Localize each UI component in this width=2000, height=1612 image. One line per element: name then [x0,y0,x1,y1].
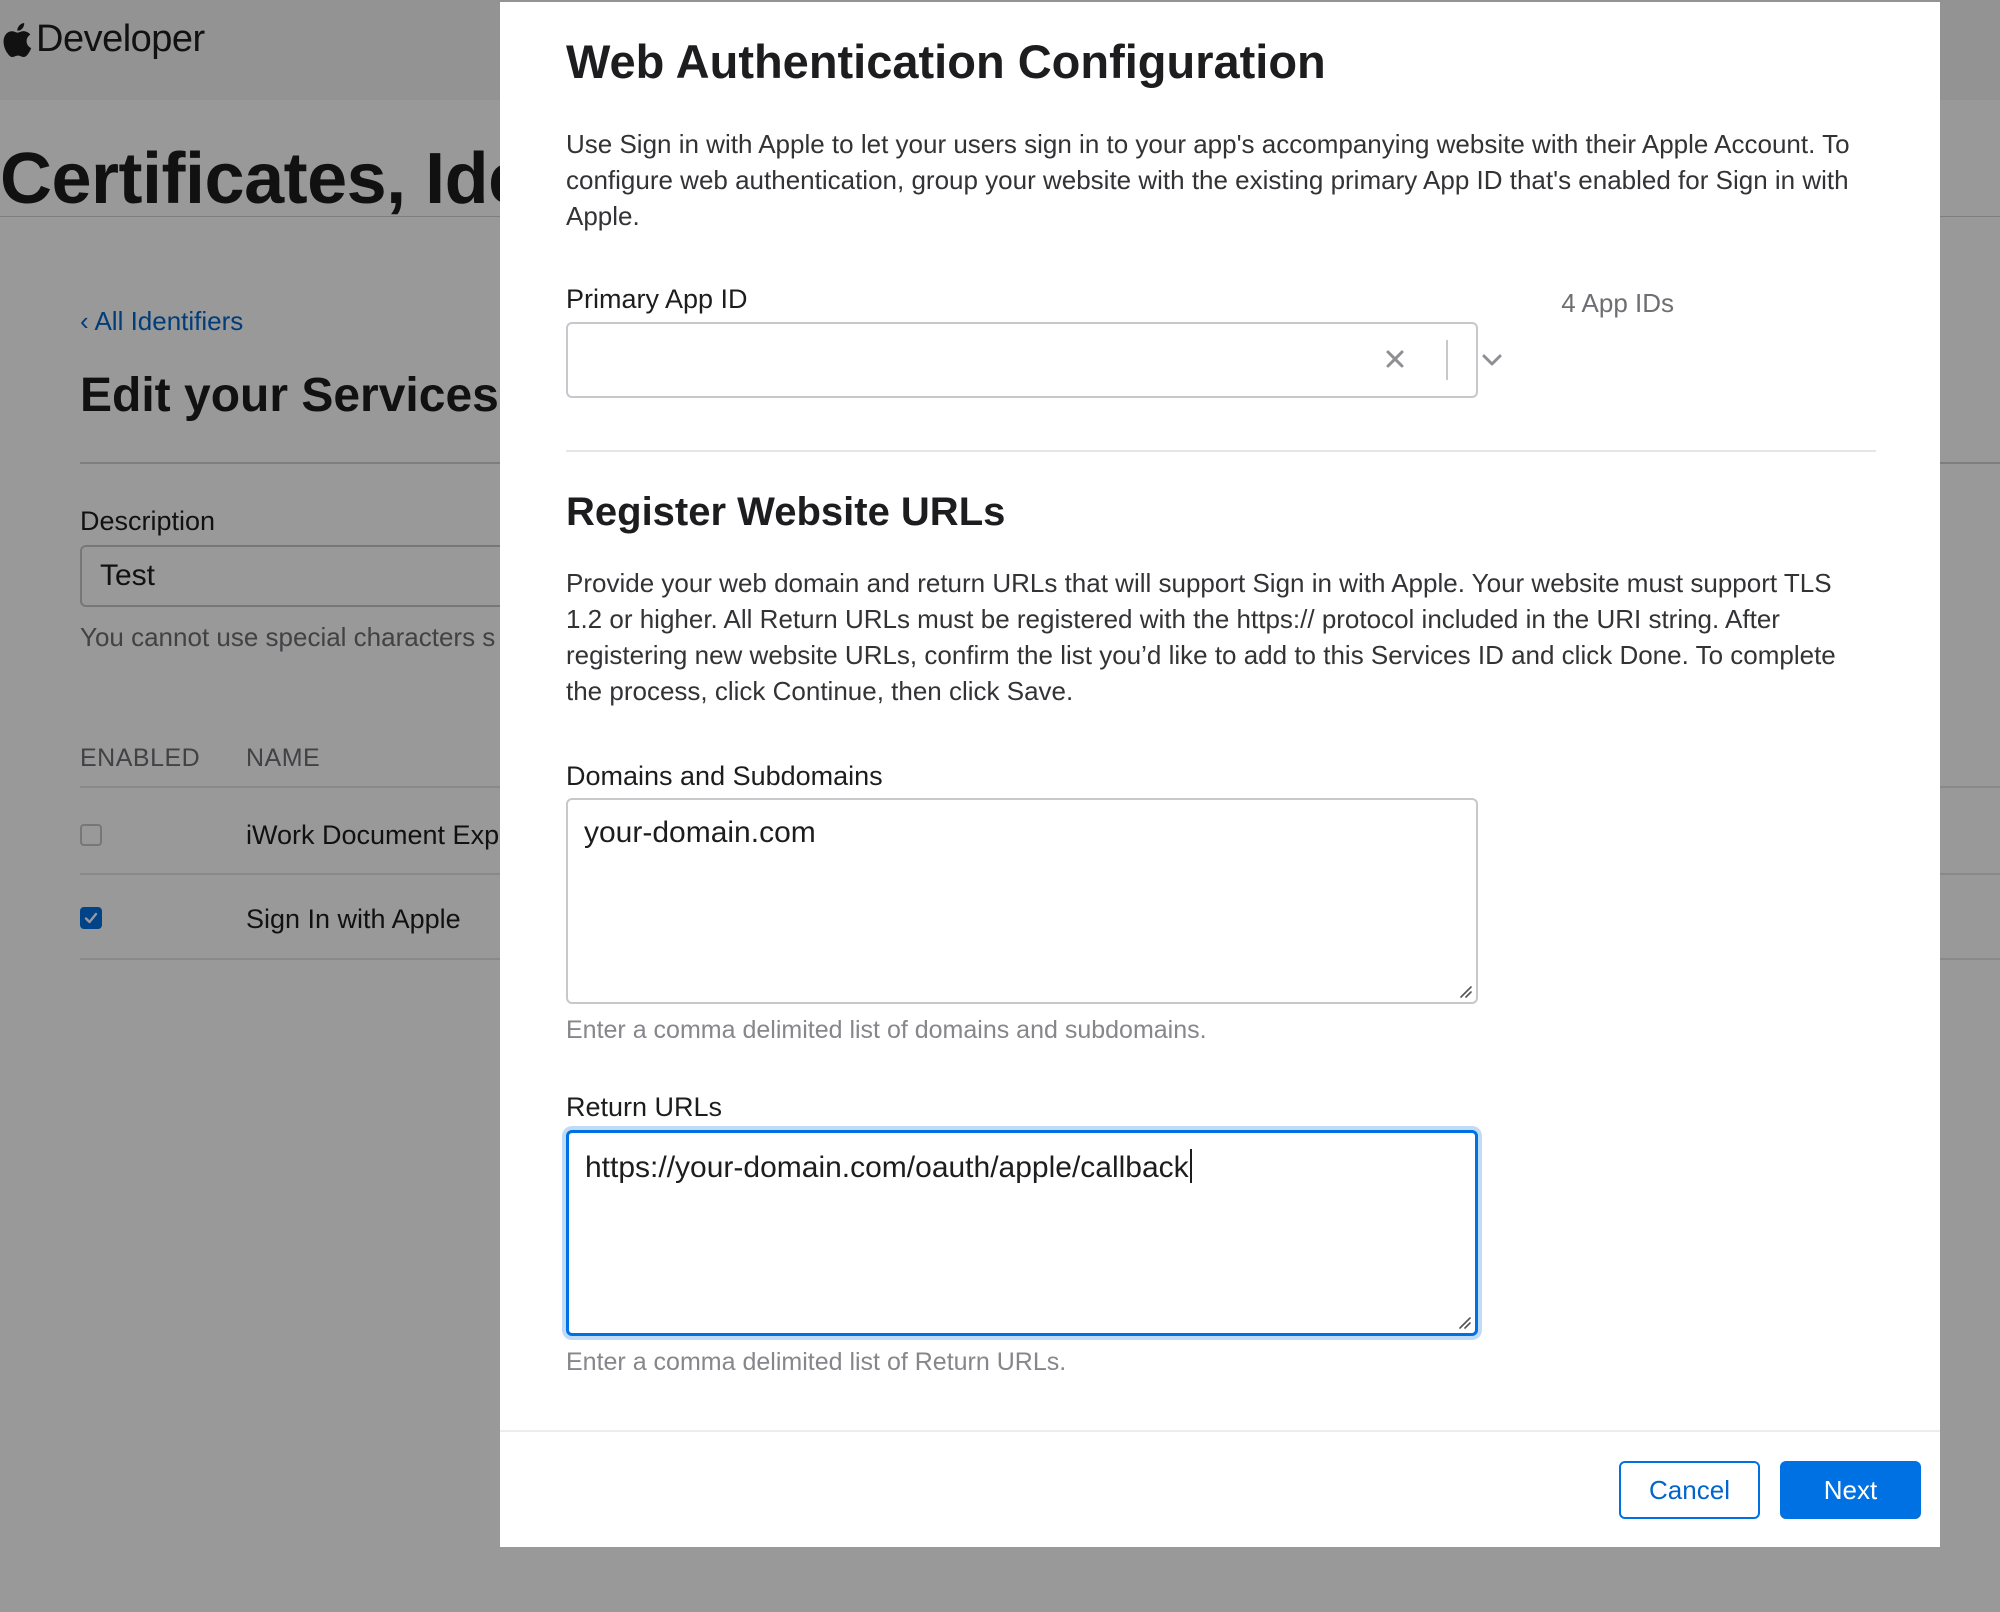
chevron-down-icon[interactable] [1478,348,1506,372]
resize-handle-icon[interactable] [1457,1315,1471,1329]
register-urls-title: Register Website URLs [566,490,1006,534]
return-urls-value: https://your-domain.com/oauth/apple/call… [585,1151,1189,1184]
register-urls-text: Provide your web domain and return URLs … [566,568,1836,706]
app-id-count: 4 App IDs [1561,288,1674,318]
return-urls-label: Return URLs [566,1092,723,1122]
domains-help: Enter a comma delimited list of domains … [566,1016,1207,1044]
next-button[interactable]: Next [1780,1461,1921,1519]
primary-app-id-label: Primary App ID [566,284,748,314]
modal-title: Web Authentication Configuration [566,35,1326,88]
return-urls-help: Enter a comma delimited list of Return U… [566,1348,1067,1376]
domains-value: your-domain.com [584,816,816,849]
primary-app-id-select[interactable] [566,322,1502,398]
domains-textarea[interactable]: your-domain.com [566,798,1478,1004]
text-caret [1189,1149,1192,1183]
footer-divider [500,1430,1940,1432]
close-icon[interactable] [1382,346,1408,372]
return-urls-line: https://your-domain.com/oauth/apple/call… [585,1149,1192,1185]
select-separator [1446,340,1448,380]
cancel-button[interactable]: Cancel [1619,1461,1760,1519]
section-divider [566,450,1876,452]
modal-intro-text: Use Sign in with Apple to let your users… [566,129,1850,231]
domains-label: Domains and Subdomains [566,761,883,791]
resize-handle-icon[interactable] [1458,984,1472,998]
return-urls-textarea[interactable]: https://your-domain.com/oauth/apple/call… [566,1130,1478,1336]
web-auth-config-modal: Web Authentication Configuration Use Sig… [500,2,1940,1547]
